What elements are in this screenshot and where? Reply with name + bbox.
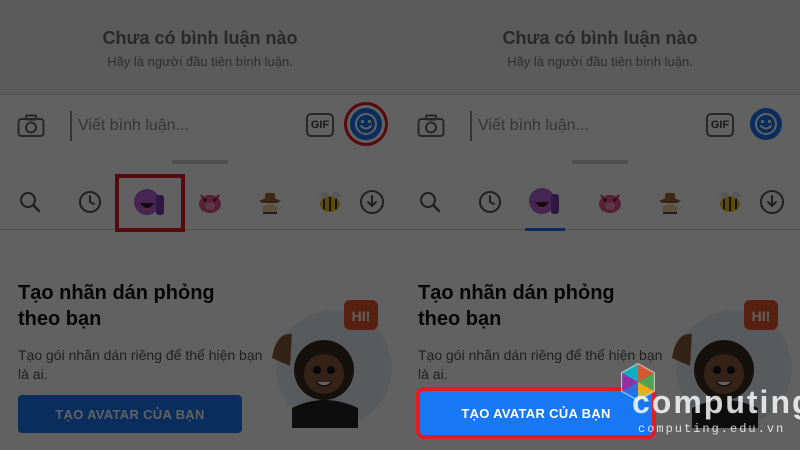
sheet-handle[interactable]	[172, 160, 228, 164]
camera-icon[interactable]	[417, 114, 445, 138]
pig-sticker-tab[interactable]	[190, 182, 230, 222]
bee-sticker-tab[interactable]	[710, 182, 750, 222]
cowboy-sticker-icon	[659, 193, 681, 214]
smiley-icon	[755, 113, 777, 135]
avatar-sticker-icon	[529, 188, 559, 214]
sticker-tabs	[400, 174, 800, 231]
avatar-sticker-icon	[134, 189, 164, 215]
download-tab[interactable]	[752, 182, 792, 222]
download-icon	[360, 190, 384, 214]
sticker-sheet: Tạo nhãn dán phỏng theo bạn Tạo gói nhãn…	[0, 158, 400, 450]
search-icon	[20, 192, 41, 213]
cowboy-sticker-icon	[259, 193, 281, 214]
sheet-handle[interactable]	[572, 160, 628, 164]
comment-bar: GIF	[0, 94, 400, 158]
pig-sticker-icon	[199, 194, 221, 213]
be-first-subtitle: Hãy là người đầu tiên bình luận.	[107, 54, 293, 69]
comment-input[interactable]	[470, 111, 690, 141]
download-tab[interactable]	[352, 182, 392, 222]
no-comments-title: Chưa có bình luận nào	[502, 28, 698, 48]
bee-sticker-icon	[719, 192, 741, 212]
emoji-button[interactable]	[750, 108, 782, 140]
comment-input[interactable]	[70, 111, 290, 141]
avatar-sticker-tab[interactable]	[525, 182, 565, 231]
pig-sticker-tab[interactable]	[590, 182, 630, 222]
sticker-heading: Tạo nhãn dán phỏng theo bạn	[18, 282, 215, 330]
left-panel: Chưa có bình luận nào Hãy là người đầu t…	[0, 0, 400, 450]
cowboy-sticker-tab[interactable]	[650, 182, 690, 222]
avatar-sticker-tab[interactable]	[115, 174, 185, 232]
search-icon	[420, 192, 441, 213]
right-panel: Chưa có bình luận nào Hãy là người đầu t…	[400, 0, 800, 450]
smiley-icon	[355, 113, 377, 135]
gif-button[interactable]: GIF	[306, 113, 334, 137]
avatar-illustration: HI!	[272, 300, 392, 428]
avatar-bubble-text: HI!	[752, 308, 771, 324]
create-avatar-button[interactable]: TẠO AVATAR CỦA BẠN	[18, 395, 242, 433]
avatar-illustration: HI!	[672, 300, 792, 428]
recent-tab[interactable]	[470, 182, 510, 222]
camera-icon[interactable]	[17, 114, 45, 138]
gif-button[interactable]: GIF	[706, 113, 734, 137]
avatar-bubble-text: HI!	[352, 308, 371, 324]
no-comments-title: Chưa có bình luận nào	[102, 28, 298, 48]
create-avatar-button[interactable]: TẠO AVATAR CỦA BẠN	[420, 391, 652, 435]
sticker-tabs	[0, 174, 400, 232]
pig-sticker-icon	[599, 194, 621, 213]
sticker-heading: Tạo nhãn dán phỏng theo bạn	[418, 282, 615, 330]
recent-icon	[479, 191, 501, 213]
sticker-description: Tạo gói nhãn dán riêng để thể hiện bạn l…	[18, 347, 263, 382]
recent-tab[interactable]	[70, 182, 110, 222]
comment-bar: GIF	[400, 94, 800, 158]
bee-sticker-icon	[319, 192, 341, 212]
comments-empty-area: Chưa có bình luận nào Hãy là người đầu t…	[0, 0, 400, 94]
cowboy-sticker-tab[interactable]	[250, 182, 290, 222]
recent-icon	[79, 191, 101, 213]
emoji-button[interactable]	[350, 108, 382, 140]
search-tab[interactable]	[10, 182, 50, 222]
sticker-description: Tạo gói nhãn dán riêng để thể hiện bạn l…	[418, 347, 663, 382]
search-tab[interactable]	[410, 182, 450, 222]
download-icon	[760, 190, 784, 214]
comments-empty-area: Chưa có bình luận nào Hãy là người đầu t…	[400, 0, 800, 94]
bee-sticker-tab[interactable]	[310, 182, 350, 222]
be-first-subtitle: Hãy là người đầu tiên bình luận.	[507, 54, 693, 69]
